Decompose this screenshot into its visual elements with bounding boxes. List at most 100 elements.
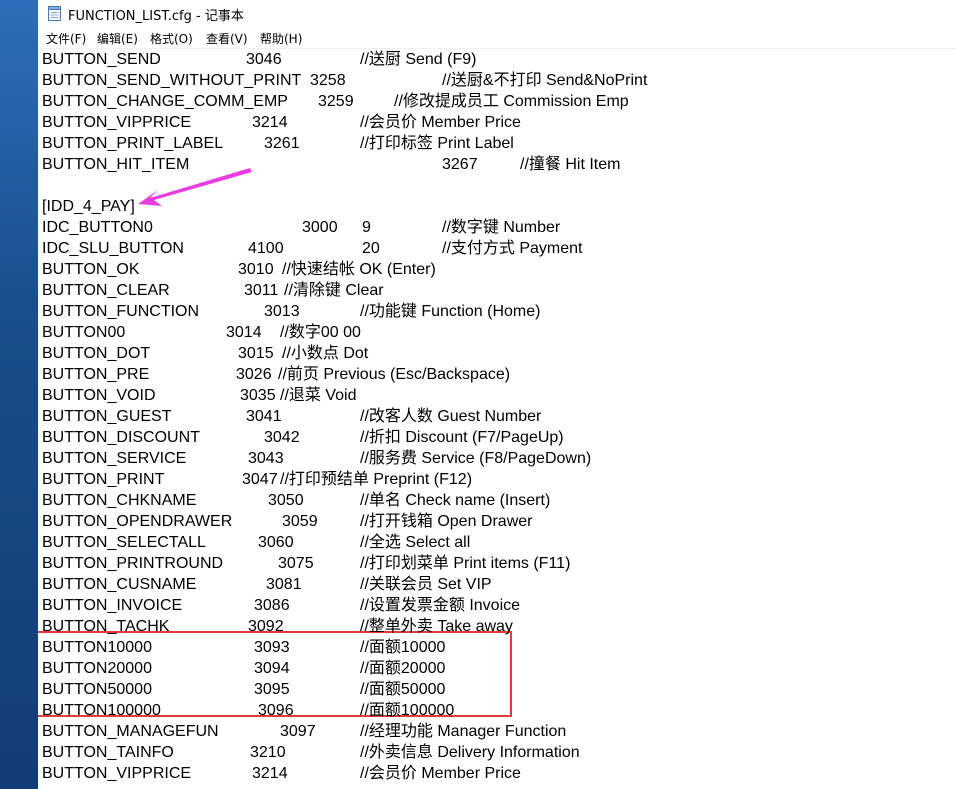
line-id: 3094	[254, 660, 290, 677]
line-id: 3013	[264, 303, 300, 320]
menu-format[interactable]: 格式(O)	[150, 30, 193, 47]
line-id: 3047	[242, 471, 278, 488]
line-key: BUTTON10000	[42, 639, 152, 656]
line-comment: //送厨 Send (F9)	[360, 51, 477, 68]
line-id: 3050	[268, 492, 304, 509]
line-comment: //小数点 Dot	[282, 345, 369, 362]
line-comment: //打印预结单 Preprint (F12)	[280, 471, 473, 488]
line-id: 3026	[236, 366, 272, 383]
line-comment: //打印标签 Print Label	[360, 135, 514, 152]
line-id: 3043	[248, 450, 284, 467]
line-comment: //快速结帐 OK (Enter)	[282, 261, 436, 278]
line-comment: //会员价 Member Price	[360, 765, 521, 782]
line-key: BUTTON_PRINT_LABEL	[42, 135, 224, 152]
line-key: BUTTON_CUSNAME	[42, 576, 197, 593]
line-key: BUTTON_TAINFO	[42, 744, 174, 761]
line-key: BUTTON_CLEAR	[42, 282, 170, 299]
line-id: 3259	[318, 93, 354, 110]
line-key: BUTTON20000	[42, 660, 152, 677]
line-key: BUTTON_OPENDRAWER	[42, 513, 233, 530]
line-key: BUTTON_SEND	[42, 51, 161, 68]
line-comment: //打印划菜单 Print items (F11)	[360, 555, 571, 572]
line-comment: //设置发票金额 Invoice	[360, 597, 521, 614]
menu-edit[interactable]: 编辑(E)	[97, 30, 138, 47]
menu-file[interactable]: 文件(F)	[46, 30, 86, 47]
line-key: BUTTON_SERVICE	[42, 450, 187, 467]
line-id: 3086	[254, 597, 290, 614]
line-key: BUTTON100000	[42, 702, 161, 719]
line-comment: //经理功能 Manager Function	[360, 723, 567, 740]
line-id: 3035	[240, 387, 276, 404]
line-key: BUTTON_GUEST	[42, 408, 172, 425]
line-key: BUTTON_DISCOUNT	[42, 429, 200, 446]
line-id: 3000	[302, 219, 338, 236]
line-count: 9	[362, 219, 371, 236]
line-key: BUTTON_CHANGE_COMM_EMP	[42, 93, 288, 110]
menu-bar: 文件(F) 编辑(E) 格式(O) 查看(V) 帮助(H)	[38, 28, 956, 49]
line-id: 3059	[282, 513, 318, 530]
line-id: 3267	[442, 156, 478, 173]
line-comment: //支付方式 Payment	[442, 240, 583, 257]
line-comment: //面额50000	[360, 681, 446, 698]
line-id: 3214	[252, 114, 288, 131]
line-id: 3041	[246, 408, 282, 425]
line-key: IDC_BUTTON0	[42, 219, 153, 236]
line-id: 3042	[264, 429, 300, 446]
line-id: 3210	[250, 744, 286, 761]
line-id: 3081	[266, 576, 302, 593]
line-id: 3214	[252, 765, 288, 782]
line-key: BUTTON_CHKNAME	[42, 492, 197, 509]
line-id: 3046	[246, 51, 282, 68]
line-key: BUTTON_VIPPRICE	[42, 114, 192, 131]
desktop-background	[0, 0, 38, 789]
line-key: BUTTON_OK	[42, 261, 140, 278]
line-id: 3010	[238, 261, 274, 278]
line-key: BUTTON_FUNCTION	[42, 303, 200, 320]
line-key: BUTTON_HIT_ITEM	[42, 156, 190, 173]
line-comment: //前页 Previous (Esc/Backspace)	[278, 366, 511, 383]
line-key: BUTTON00	[42, 324, 126, 341]
line-comment: //会员价 Member Price	[360, 114, 521, 131]
line-id: 3011	[244, 282, 279, 299]
line-comment: //全选 Select all	[360, 534, 471, 551]
line-key: BUTTON_SEND_WITHOUT_PRINT	[42, 72, 302, 89]
line-key: BUTTON_INVOICE	[42, 597, 183, 614]
line-comment: //面额10000	[360, 639, 446, 656]
line-comment: //修改提成员工 Commission Emp	[394, 93, 629, 110]
line-id: 3014	[226, 324, 262, 341]
line-comment: //面额100000	[360, 702, 455, 719]
text-editor-area[interactable]: BUTTON_SEND 3046 //送厨 Send (F9) BUTTON_SEND…	[38, 49, 956, 789]
line-comment: //改客人数 Guest Number	[360, 408, 542, 425]
notepad-icon	[48, 6, 61, 21]
line-comment: //单名 Check name (Insert)	[360, 492, 551, 509]
line-key: BUTTON_PRE	[42, 366, 150, 383]
line-id: 3095	[254, 681, 290, 698]
menu-help[interactable]: 帮助(H)	[260, 30, 302, 47]
line-key: BUTTON_MANAGEFUN	[42, 723, 219, 740]
line-comment: //撞餐 Hit Item	[520, 156, 621, 173]
line-id: 3093	[254, 639, 290, 656]
line-count: 20	[362, 240, 380, 257]
line-id: 3261	[264, 135, 300, 152]
line-comment: //服务费 Service (F8/PageDown)	[360, 450, 592, 467]
line-key: BUTTON_DOT	[42, 345, 151, 362]
line-id: 4100	[248, 240, 284, 257]
line-comment: //打开钱箱 Open Drawer	[360, 513, 533, 530]
line-id: 3060	[258, 534, 294, 551]
line-comment: //折扣 Discount (F7/PageUp)	[360, 429, 564, 446]
line-id: 3097	[280, 723, 316, 740]
line-key: BUTTON_TACHK	[42, 618, 170, 635]
line-comment: //整单外卖 Take away	[360, 618, 513, 635]
line-comment: //外卖信息 Delivery Information	[360, 744, 580, 761]
title-bar[interactable]: FUNCTION_LIST.cfg - 记事本	[38, 0, 956, 28]
line-key: [IDD_4_PAY]	[42, 198, 135, 215]
line-id: 3092	[248, 618, 284, 635]
line-id: 3096	[258, 702, 294, 719]
line-key: BUTTON_VIPPRICE	[42, 765, 192, 782]
line-key: BUTTON_PRINT	[42, 471, 165, 488]
line-key: BUTTON_SELECTALL	[42, 534, 206, 551]
line-comment: //关联会员 Set VIP	[360, 576, 492, 593]
line-comment: //退菜 Void	[280, 387, 357, 404]
line-id: 3075	[278, 555, 314, 572]
menu-view[interactable]: 查看(V)	[206, 30, 248, 47]
